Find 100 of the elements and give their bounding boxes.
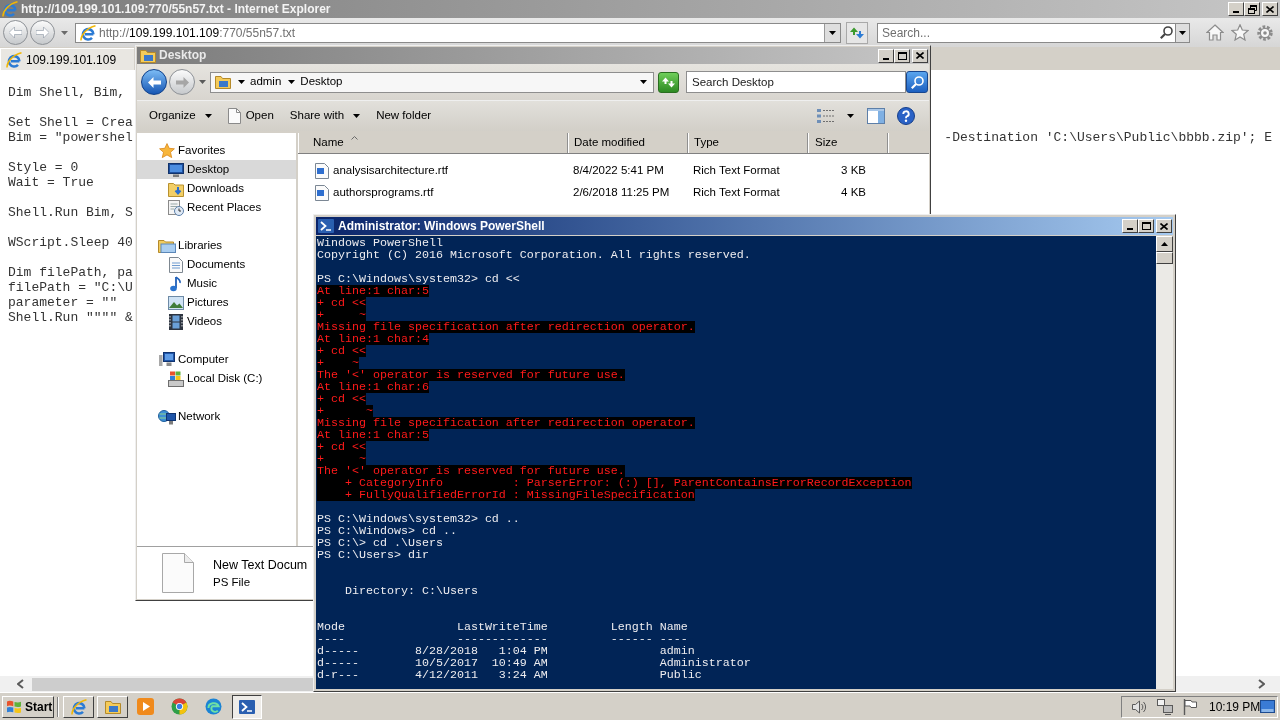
close-button[interactable] <box>1262 2 1278 16</box>
restore-button[interactable] <box>1244 2 1260 16</box>
home-icon[interactable] <box>1206 24 1224 41</box>
search-field[interactable]: Search... <box>877 22 1157 43</box>
circle-logo-icon[interactable] <box>171 698 188 715</box>
nav-item[interactable]: Music <box>137 274 296 293</box>
nav-item[interactable]: Documents <box>137 255 296 274</box>
flag-icon <box>6 699 22 714</box>
speaker-icon[interactable] <box>1132 699 1147 714</box>
compatibility-button[interactable] <box>846 21 868 44</box>
console-line: Directory: C:\Users <box>343 585 478 597</box>
refresh-button[interactable] <box>658 71 679 93</box>
file-name: New Text Docum <box>213 556 308 573</box>
chevron-right-icon <box>1258 679 1265 689</box>
caret-icon[interactable] <box>238 80 245 84</box>
code-line: Style = 0 <box>8 160 79 175</box>
flag-icon[interactable] <box>1183 698 1197 715</box>
menu-button[interactable]: Organize <box>149 104 212 128</box>
search-field[interactable]: Search Desktop <box>686 71 906 93</box>
monitor-icon <box>167 162 184 177</box>
nav-item[interactable]: Videos <box>137 312 296 331</box>
code-line: Dim filePath, pa <box>8 265 133 280</box>
document-icon <box>315 163 329 179</box>
minimize-icon <box>1127 228 1133 230</box>
caret-icon <box>829 30 836 35</box>
e-logo-icon <box>2 1 18 17</box>
clock-time[interactable]: 10:19 PM <box>1209 697 1261 716</box>
nav-item[interactable]: Libraries <box>137 236 296 255</box>
start-button[interactable]: Start <box>2 695 54 718</box>
scroll-thumb[interactable] <box>1156 252 1173 264</box>
column-header[interactable]: Name <box>298 133 568 153</box>
nav-item[interactable]: Pictures <box>137 293 296 312</box>
e-logo-icon <box>70 698 87 715</box>
column-header[interactable]: Type <box>688 133 808 153</box>
network-icon <box>157 408 176 425</box>
minimize-icon <box>1233 11 1239 13</box>
swirl-logo-icon[interactable] <box>205 698 222 715</box>
close-icon <box>916 52 924 59</box>
nav-item[interactable]: Computer <box>137 350 296 369</box>
nav-item[interactable]: Desktop <box>137 160 296 179</box>
toolbar-button[interactable]: New folder <box>376 104 432 128</box>
search-button[interactable] <box>1157 22 1175 43</box>
nav-item[interactable]: Downloads <box>137 179 296 198</box>
file-row[interactable]: analysisarchitecture.rtf 8/4/2022 5:41 PM Rich Text Format 3 KB <box>298 160 929 182</box>
menu-button[interactable]: Share with <box>289 104 361 128</box>
console-line: Windows PowerShell <box>317 237 443 249</box>
minimize-button[interactable] <box>1228 2 1244 16</box>
breadcrumb-item[interactable]: admin <box>250 73 282 91</box>
close-button[interactable] <box>1156 219 1172 233</box>
nav-item[interactable]: Recent Places <box>137 198 296 217</box>
minimize-button[interactable] <box>1122 219 1138 233</box>
search-icon <box>910 75 924 89</box>
picture-icon <box>167 295 184 310</box>
star-icon[interactable] <box>1231 24 1249 41</box>
close-icon <box>1266 5 1274 13</box>
taskbar-button[interactable] <box>63 695 94 718</box>
breadcrumb-item[interactable]: Desktop <box>300 73 343 91</box>
nav-item[interactable]: Network <box>137 407 296 426</box>
caret-icon[interactable] <box>288 80 296 84</box>
network-icon[interactable] <box>1157 698 1173 715</box>
minimize-button[interactable] <box>878 48 894 63</box>
scroll-thumb[interactable] <box>32 677 313 691</box>
close-button[interactable] <box>912 48 928 63</box>
address-field[interactable]: admin Desktop <box>210 71 654 93</box>
dropdown-button[interactable] <box>824 23 840 42</box>
column-header[interactable]: Date modified <box>568 133 688 153</box>
screen-icon[interactable] <box>1260 700 1276 713</box>
column-header[interactable]: Size <box>808 133 888 153</box>
refresh-arrows-icon <box>849 25 865 40</box>
forward-button[interactable] <box>30 20 55 45</box>
console-line: PS C:\> cd .\Users <box>317 537 443 549</box>
back-button[interactable] <box>141 69 167 95</box>
caret-icon[interactable] <box>640 80 647 84</box>
nav-item[interactable]: Local Disk (C:) <box>137 369 296 388</box>
nav-item[interactable]: Favorites <box>137 141 296 160</box>
file-row[interactable]: authorsprograms.rtf 2/6/2018 11:25 PM Rich Text Format 4 KB <box>298 182 929 204</box>
preview-pane-icon[interactable] <box>867 108 885 124</box>
view-list-icon[interactable] <box>817 109 834 123</box>
toolbar-button[interactable]: Open <box>227 104 274 128</box>
chevron-left-icon <box>17 679 24 689</box>
code-line: -Destination 'C:\Users\Public\bbbb.zip'; E <box>944 130 1272 145</box>
console-line: Copyright (C) 2016 Microsoft Corporation. All rights reserved. <box>317 249 751 261</box>
address-field[interactable]: http://109.199.101.109:770/55n57.txt <box>75 22 841 43</box>
caret-icon[interactable] <box>847 114 854 118</box>
scroll-up-button[interactable] <box>1156 236 1173 252</box>
gear-icon[interactable] <box>1256 23 1274 42</box>
tab[interactable]: 109.199.101.109 <box>0 48 134 70</box>
folder-icon <box>104 699 121 714</box>
taskbar-button[interactable] <box>97 695 128 718</box>
caret-icon <box>204 114 212 118</box>
arrow-right-icon <box>36 27 49 38</box>
console-line: PS C:\Windows\system32> cd .. <box>317 513 520 525</box>
maximize-button[interactable] <box>1138 219 1154 233</box>
search-icon <box>1159 26 1173 39</box>
task-button[interactable] <box>232 694 262 719</box>
search-button[interactable] <box>906 71 928 93</box>
help-icon[interactable] <box>897 107 915 125</box>
arrow-left-icon <box>147 76 161 88</box>
maximize-button[interactable] <box>894 48 910 63</box>
dropdown-button[interactable] <box>1175 22 1190 43</box>
